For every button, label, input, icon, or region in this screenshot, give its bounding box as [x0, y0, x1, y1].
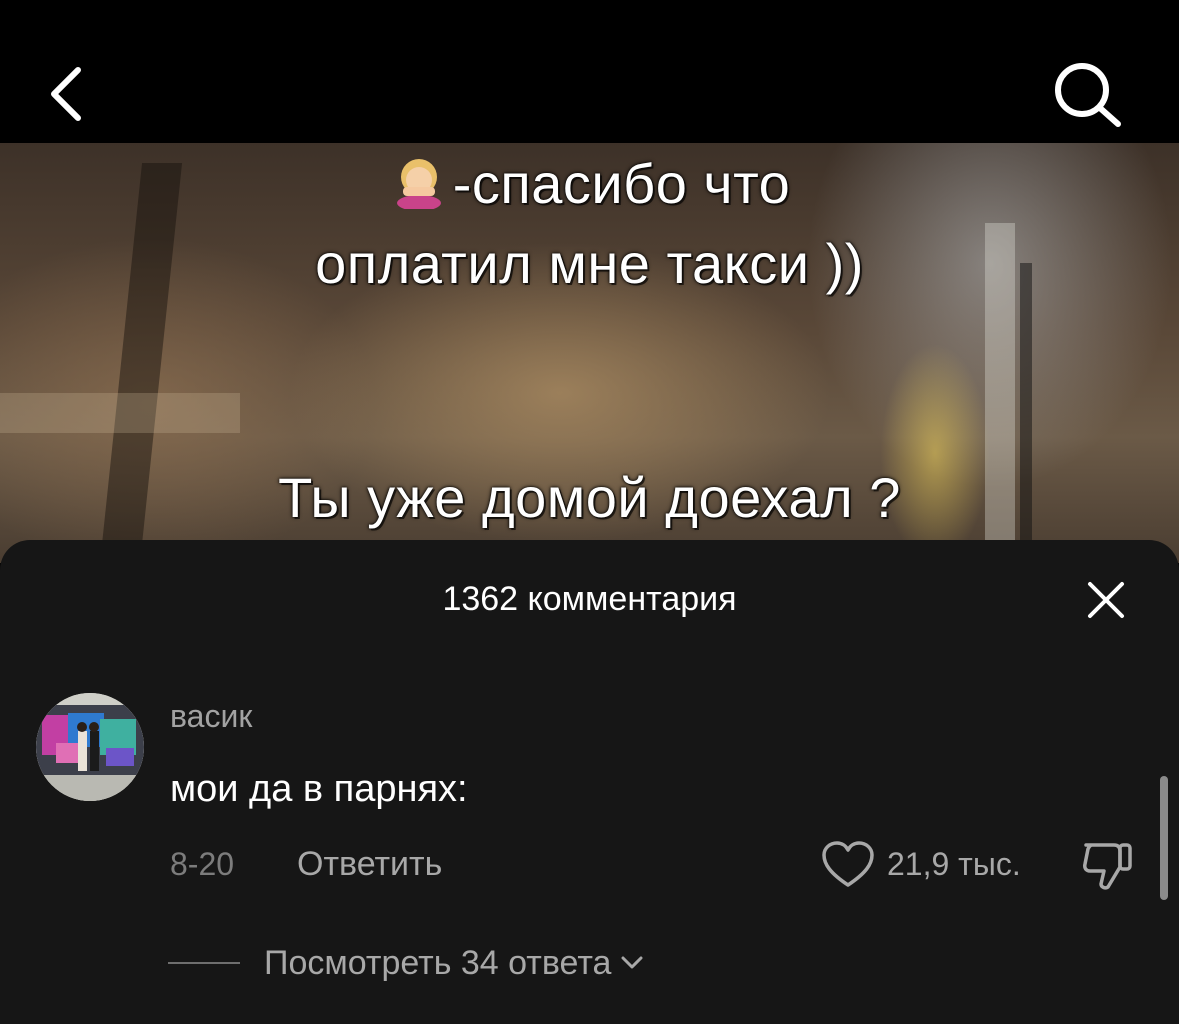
close-icon: [1088, 582, 1124, 618]
video-background-light: [880, 343, 990, 563]
video-caption-line-1: -спасибо что: [0, 152, 1179, 216]
divider: [168, 962, 240, 964]
comment-text: мои да в парнях:: [170, 768, 468, 810]
woman-facepalming-emoji-icon: [396, 159, 441, 209]
video-player[interactable]: -спасибо что оплатил мне такси )) Ты уже…: [0, 143, 1179, 563]
close-comments-button[interactable]: [1082, 576, 1130, 624]
scrollbar[interactable]: [1160, 776, 1168, 900]
comment-date: 8-20: [170, 846, 235, 882]
reply-button[interactable]: Ответить: [297, 845, 442, 884]
view-replies-label: Посмотреть 34 ответа: [264, 943, 612, 982]
like-button[interactable]: [820, 839, 876, 891]
search-button[interactable]: [1048, 56, 1128, 136]
view-replies-button[interactable]: Посмотреть 34 ответа: [168, 940, 645, 986]
thumbs-down-icon: [1083, 843, 1132, 890]
dislike-button[interactable]: [1078, 837, 1136, 895]
video-caption-line-2: оплатил мне такси )): [315, 232, 864, 295]
chevron-left-icon: [51, 67, 81, 121]
caption-text-line-1: -спасибо что: [452, 152, 791, 215]
search-icon: [1055, 63, 1121, 127]
chevron-down-icon: [621, 956, 643, 969]
avatar[interactable]: [36, 693, 144, 801]
comments-sheet: 1362 комментария васик мои да в парнях: …: [0, 540, 1179, 1024]
back-button[interactable]: [40, 58, 100, 128]
avatar-image: [36, 693, 144, 801]
video-caption-line-3: Ты уже домой доехал ?: [278, 466, 901, 529]
video-background-shape: [0, 393, 240, 433]
comment-username[interactable]: васик: [170, 698, 252, 735]
heart-icon: [822, 841, 874, 887]
top-bar: [0, 0, 1179, 143]
comments-count-title: 1362 комментария: [442, 580, 737, 618]
like-count: 21,9 тыс.: [887, 846, 1021, 882]
